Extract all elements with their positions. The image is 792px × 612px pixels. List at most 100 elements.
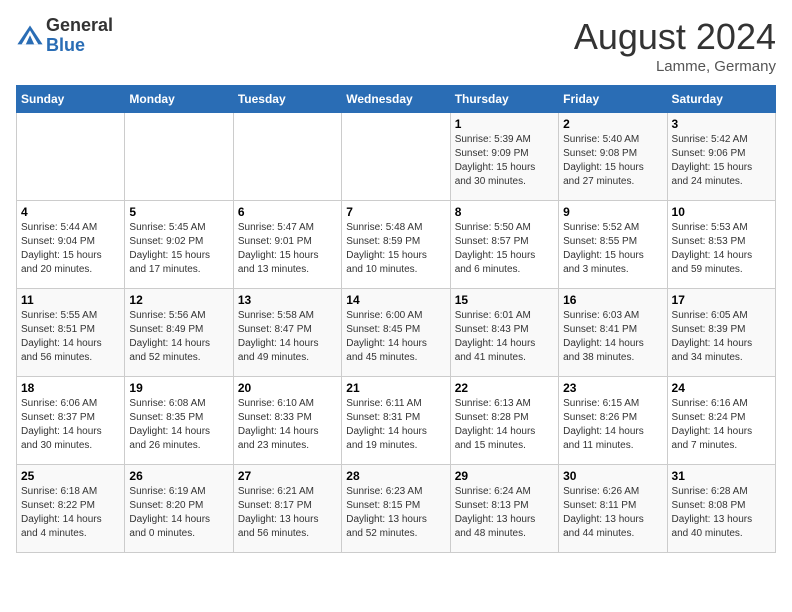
day-number: 31 [672, 469, 771, 483]
day-number: 21 [346, 381, 445, 395]
title-block: August 2024 Lamme, Germany [574, 16, 776, 75]
day-number: 20 [238, 381, 337, 395]
day-number: 29 [455, 469, 554, 483]
table-row: 16Sunrise: 6:03 AM Sunset: 8:41 PM Dayli… [559, 289, 667, 377]
day-info: Sunrise: 6:28 AM Sunset: 8:08 PM Dayligh… [672, 485, 771, 541]
logo: General Blue [16, 16, 113, 56]
table-row: 15Sunrise: 6:01 AM Sunset: 8:43 PM Dayli… [450, 289, 558, 377]
day-info: Sunrise: 6:05 AM Sunset: 8:39 PM Dayligh… [672, 309, 771, 365]
table-row [233, 113, 341, 201]
day-number: 2 [563, 117, 662, 131]
table-row: 4 Sunrise: 5:44 AM Sunset: 9:04 PM Daylig… [17, 201, 125, 289]
table-row: 17 Sunrise: 6:05 AM Sunset: 8:39 PM Dayli… [667, 289, 775, 377]
day-number: 18 [21, 381, 120, 395]
day-info: Sunrise: 6:26 AM Sunset: 8:11 PM Dayligh… [563, 485, 662, 541]
location-subtitle: Lamme, Germany [574, 58, 776, 75]
day-number: 7 [346, 205, 445, 219]
day-info: Sunrise: 5:45 AM Sunset: 9:02 PM Dayligh… [129, 221, 228, 277]
day-info: Sunrise: 5:39 AM Sunset: 9:09 PM Dayligh… [455, 133, 554, 189]
table-row: 28 Sunrise: 6:23 AM Sunset: 8:15 PM Dayli… [342, 465, 450, 553]
month-title: August 2024 [574, 16, 776, 58]
day-info: Sunrise: 5:58 AM Sunset: 8:47 PM Dayligh… [238, 309, 337, 365]
day-number: 24 [672, 381, 771, 395]
calendar-week-row: 25Sunrise: 6:18 AM Sunset: 8:22 PM Dayli… [17, 465, 776, 553]
logo-general: General [46, 15, 113, 35]
day-number: 27 [238, 469, 337, 483]
calendar-week-row: 18Sunrise: 6:06 AM Sunset: 8:37 PM Dayli… [17, 377, 776, 465]
calendar-week-row: 1 Sunrise: 5:39 AM Sunset: 9:09 PM Daylig… [17, 113, 776, 201]
day-number: 8 [455, 205, 554, 219]
day-number: 14 [346, 293, 445, 307]
day-info: Sunrise: 6:13 AM Sunset: 8:28 PM Dayligh… [455, 397, 554, 453]
table-row: 20Sunrise: 6:10 AM Sunset: 8:33 PM Dayli… [233, 377, 341, 465]
table-row: 12Sunrise: 5:56 AM Sunset: 8:49 PM Dayli… [125, 289, 233, 377]
day-info: Sunrise: 6:08 AM Sunset: 8:35 PM Dayligh… [129, 397, 228, 453]
day-number: 16 [563, 293, 662, 307]
day-number: 19 [129, 381, 228, 395]
day-info: Sunrise: 5:50 AM Sunset: 8:57 PM Dayligh… [455, 221, 554, 277]
day-number: 5 [129, 205, 228, 219]
table-row: 5 Sunrise: 5:45 AM Sunset: 9:02 PM Daylig… [125, 201, 233, 289]
day-info: Sunrise: 6:21 AM Sunset: 8:17 PM Dayligh… [238, 485, 337, 541]
col-friday: Friday [559, 86, 667, 113]
day-info: Sunrise: 5:55 AM Sunset: 8:51 PM Dayligh… [21, 309, 120, 365]
table-row: 27 Sunrise: 6:21 AM Sunset: 8:17 PM Dayli… [233, 465, 341, 553]
col-wednesday: Wednesday [342, 86, 450, 113]
day-info: Sunrise: 5:47 AM Sunset: 9:01 PM Dayligh… [238, 221, 337, 277]
day-info: Sunrise: 5:44 AM Sunset: 9:04 PM Dayligh… [21, 221, 120, 277]
table-row: 14Sunrise: 6:00 AM Sunset: 8:45 PM Dayli… [342, 289, 450, 377]
day-info: Sunrise: 6:15 AM Sunset: 8:26 PM Dayligh… [563, 397, 662, 453]
day-info: Sunrise: 6:11 AM Sunset: 8:31 PM Dayligh… [346, 397, 445, 453]
table-row: 7 Sunrise: 5:48 AM Sunset: 8:59 PM Daylig… [342, 201, 450, 289]
day-info: Sunrise: 5:40 AM Sunset: 9:08 PM Dayligh… [563, 133, 662, 189]
day-number: 30 [563, 469, 662, 483]
table-row [125, 113, 233, 201]
calendar-table: Sunday Monday Tuesday Wednesday Thursday… [16, 85, 776, 553]
day-info: Sunrise: 6:19 AM Sunset: 8:20 PM Dayligh… [129, 485, 228, 541]
table-row: 23 Sunrise: 6:15 AM Sunset: 8:26 PM Dayli… [559, 377, 667, 465]
day-info: Sunrise: 5:42 AM Sunset: 9:06 PM Dayligh… [672, 133, 771, 189]
table-row: 30 Sunrise: 6:26 AM Sunset: 8:11 PM Dayli… [559, 465, 667, 553]
table-row: 29 Sunrise: 6:24 AM Sunset: 8:13 PM Dayli… [450, 465, 558, 553]
day-number: 12 [129, 293, 228, 307]
day-number: 9 [563, 205, 662, 219]
calendar-header-row: Sunday Monday Tuesday Wednesday Thursday… [17, 86, 776, 113]
calendar-week-row: 4 Sunrise: 5:44 AM Sunset: 9:04 PM Daylig… [17, 201, 776, 289]
logo-blue: Blue [46, 35, 85, 55]
table-row: 6 Sunrise: 5:47 AM Sunset: 9:01 PM Daylig… [233, 201, 341, 289]
day-info: Sunrise: 5:53 AM Sunset: 8:53 PM Dayligh… [672, 221, 771, 277]
table-row: 24 Sunrise: 6:16 AM Sunset: 8:24 PM Dayli… [667, 377, 775, 465]
table-row: 10 Sunrise: 5:53 AM Sunset: 8:53 PM Dayli… [667, 201, 775, 289]
table-row: 9Sunrise: 5:52 AM Sunset: 8:55 PM Daylig… [559, 201, 667, 289]
table-row: 19 Sunrise: 6:08 AM Sunset: 8:35 PM Dayli… [125, 377, 233, 465]
logo-text: General Blue [46, 16, 113, 56]
col-saturday: Saturday [667, 86, 775, 113]
day-info: Sunrise: 6:01 AM Sunset: 8:43 PM Dayligh… [455, 309, 554, 365]
day-info: Sunrise: 6:24 AM Sunset: 8:13 PM Dayligh… [455, 485, 554, 541]
table-row [342, 113, 450, 201]
table-row: 26 Sunrise: 6:19 AM Sunset: 8:20 PM Dayli… [125, 465, 233, 553]
day-number: 6 [238, 205, 337, 219]
col-tuesday: Tuesday [233, 86, 341, 113]
day-number: 26 [129, 469, 228, 483]
day-number: 25 [21, 469, 120, 483]
day-number: 17 [672, 293, 771, 307]
day-number: 28 [346, 469, 445, 483]
day-info: Sunrise: 6:23 AM Sunset: 8:15 PM Dayligh… [346, 485, 445, 541]
col-monday: Monday [125, 86, 233, 113]
table-row: 13Sunrise: 5:58 AM Sunset: 8:47 PM Dayli… [233, 289, 341, 377]
day-number: 10 [672, 205, 771, 219]
day-number: 3 [672, 117, 771, 131]
day-number: 11 [21, 293, 120, 307]
day-number: 1 [455, 117, 554, 131]
day-number: 4 [21, 205, 120, 219]
page-header: General Blue August 2024 Lamme, Germany [16, 16, 776, 75]
table-row: 21 Sunrise: 6:11 AM Sunset: 8:31 PM Dayli… [342, 377, 450, 465]
table-row [17, 113, 125, 201]
day-info: Sunrise: 6:16 AM Sunset: 8:24 PM Dayligh… [672, 397, 771, 453]
day-info: Sunrise: 5:48 AM Sunset: 8:59 PM Dayligh… [346, 221, 445, 277]
day-number: 23 [563, 381, 662, 395]
table-row: 22Sunrise: 6:13 AM Sunset: 8:28 PM Dayli… [450, 377, 558, 465]
table-row: 25Sunrise: 6:18 AM Sunset: 8:22 PM Dayli… [17, 465, 125, 553]
col-sunday: Sunday [17, 86, 125, 113]
